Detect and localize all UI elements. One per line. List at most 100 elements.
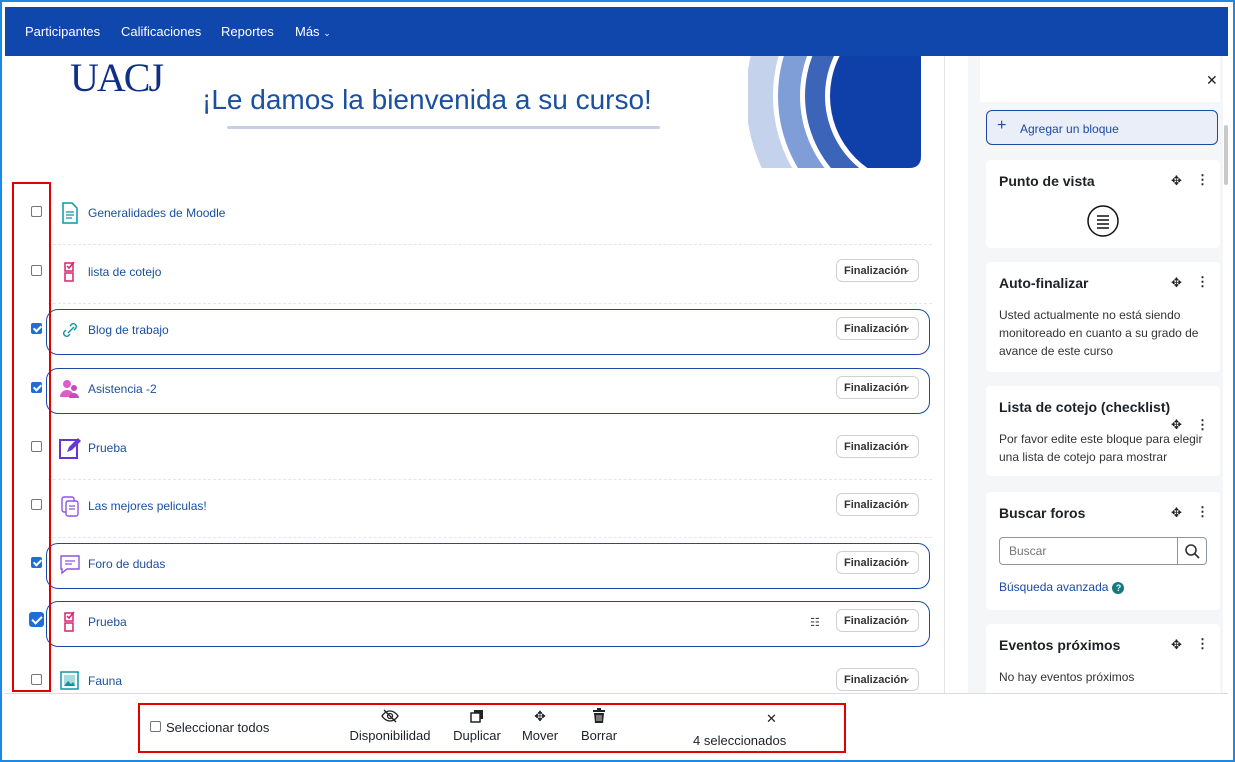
move-icon[interactable]: ✥	[1171, 505, 1182, 521]
chevron-down-icon: ⌄	[902, 381, 911, 392]
activity-name[interactable]: Prueba	[88, 615, 127, 629]
nav-reportes[interactable]: Reportes	[221, 24, 274, 39]
block-title: Buscar foros	[999, 505, 1086, 521]
kebab-menu-icon[interactable]: ⋮	[1196, 636, 1209, 652]
course-secondary-nav: Participantes Calificaciones Reportes Má…	[5, 7, 1228, 56]
kebab-menu-icon[interactable]: ⋮	[1196, 274, 1209, 290]
block-drawer: ✕ + Agregar un bloque Punto de vista ✥ ⋮…	[968, 56, 1223, 693]
finalizacion-dropdown[interactable]: Finalización ⌄	[836, 435, 919, 458]
block-eventos-proximos: Eventos próximos ✥ ⋮ No hay eventos próx…	[986, 624, 1220, 693]
close-icon[interactable]: ✕	[1206, 72, 1218, 89]
row-divider	[48, 479, 932, 480]
plus-icon: +	[997, 117, 1007, 134]
finalizacion-label: Finalización	[844, 441, 907, 453]
chevron-down-icon: ⌄	[902, 673, 911, 684]
block-auto-finalizar: Auto-finalizar ✥ ⋮ Usted actualmente no …	[986, 262, 1220, 372]
search-button[interactable]	[1177, 537, 1207, 565]
activity-name[interactable]: Asistencia -2	[88, 382, 157, 396]
finalizacion-label: Finalización	[844, 557, 907, 569]
course-banner: UACJ ¡Le damos la bienvenida a su curso!	[8, 56, 944, 181]
kebab-menu-icon[interactable]: ⋮	[1196, 172, 1209, 188]
hidden-eye-icon: ☷	[810, 617, 820, 629]
drawer-scrollbar[interactable]	[1224, 125, 1228, 185]
add-block-button[interactable]: + Agregar un bloque	[986, 110, 1218, 145]
finalizacion-dropdown[interactable]: Finalización ⌄	[836, 317, 919, 340]
selection-outline	[46, 601, 930, 647]
finalizacion-dropdown[interactable]: Finalización ⌄	[836, 609, 919, 632]
chevron-down-icon: ⌄	[902, 264, 911, 275]
welcome-heading: ¡Le damos la bienvenida a su curso!	[202, 84, 652, 115]
selection-outline	[46, 543, 930, 589]
activity-row-selected: Foro de dudas Finalización ⌄	[8, 543, 932, 589]
attendance-icon	[60, 380, 79, 398]
course-content: UACJ ¡Le damos la bienvenida a su curso!…	[8, 56, 945, 693]
block-title: Eventos próximos	[999, 637, 1121, 653]
row-divider	[48, 537, 932, 538]
banner-arcs-graphic	[748, 56, 921, 168]
finalizacion-label: Finalización	[844, 265, 907, 277]
activity-row-selected: Blog de trabajo Finalización ⌄	[8, 309, 932, 355]
checklist-icon	[64, 611, 75, 632]
block-title: Punto de vista	[999, 173, 1095, 189]
nav-calificaciones[interactable]: Calificaciones	[121, 24, 201, 39]
activity-row-selected: Asistencia -2 Finalización ⌄	[8, 368, 932, 414]
finalizacion-dropdown[interactable]: Finalización ⌄	[836, 551, 919, 574]
chevron-down-icon: ⌄	[902, 498, 911, 509]
forum-search	[999, 537, 1207, 565]
block-title: Lista de cotejo (checklist)	[999, 399, 1171, 415]
glossary-icon	[61, 496, 79, 517]
activity-name[interactable]: Las mejores peliculas!	[88, 499, 207, 513]
selection-outline	[46, 368, 930, 414]
selection-outline	[46, 309, 930, 355]
advanced-search-label: Búsqueda avanzada	[999, 580, 1109, 594]
search-icon	[1185, 544, 1200, 559]
finalizacion-label: Finalización	[844, 674, 907, 686]
block-buscar-foros: Buscar foros ✥ ⋮ Búsqueda avanzada?	[986, 492, 1220, 610]
activity-row: Las mejores peliculas! Finalización ⌄	[8, 486, 932, 538]
finalizacion-dropdown[interactable]: Finalización ⌄	[836, 376, 919, 399]
chevron-down-icon: ⌄	[902, 556, 911, 567]
finalizacion-dropdown[interactable]: Finalización ⌄	[836, 259, 919, 282]
activity-name[interactable]: Prueba	[88, 441, 127, 455]
forum-search-input[interactable]	[999, 537, 1178, 565]
block-title: Auto-finalizar	[999, 275, 1089, 291]
nav-mas[interactable]: Más ⌄	[295, 24, 331, 39]
uacj-logo: UACJ	[70, 56, 164, 100]
activity-name[interactable]: Blog de trabajo	[88, 323, 169, 337]
move-icon[interactable]: ✥	[1171, 637, 1182, 653]
activity-row: Fauna Finalización ⌄	[8, 661, 932, 693]
add-block-label: Agregar un bloque	[1020, 122, 1119, 136]
activity-name[interactable]: lista de cotejo	[88, 265, 161, 279]
forum-icon	[60, 555, 80, 575]
finalizacion-dropdown[interactable]: Finalización ⌄	[836, 668, 919, 691]
finalizacion-dropdown[interactable]: Finalización ⌄	[836, 493, 919, 516]
activity-name[interactable]: Foro de dudas	[88, 557, 165, 571]
activity-row-selected: Prueba ☷ Finalización ⌄	[8, 601, 932, 647]
chevron-down-icon: ⌄	[902, 322, 911, 333]
finalizacion-label: Finalización	[844, 499, 907, 511]
assignment-icon	[59, 438, 81, 459]
list-view-icon[interactable]	[1086, 204, 1120, 238]
block-text: Usted actualmente no está siendo monitor…	[999, 308, 1199, 358]
move-icon[interactable]: ✥	[1171, 275, 1182, 291]
finalizacion-label: Finalización	[844, 382, 907, 394]
link-icon	[63, 323, 77, 337]
drawer-header	[980, 56, 1220, 102]
activity-name[interactable]: Generalidades de Moodle	[88, 206, 225, 220]
chevron-down-icon: ⌄	[902, 440, 911, 451]
block-text: No hay eventos próximos	[999, 670, 1135, 684]
image-icon	[60, 671, 79, 690]
checklist-icon	[64, 261, 75, 282]
finalizacion-label: Finalización	[844, 323, 907, 335]
kebab-menu-icon[interactable]: ⋮	[1196, 504, 1209, 520]
advanced-search-link[interactable]: Búsqueda avanzada?	[999, 580, 1125, 594]
nav-participantes[interactable]: Participantes	[25, 24, 100, 39]
activity-name[interactable]: Fauna	[88, 674, 122, 688]
finalizacion-label: Finalización	[844, 615, 907, 627]
help-icon[interactable]: ?	[1112, 581, 1125, 594]
page-icon	[62, 202, 78, 224]
activity-row: Prueba Finalización ⌄	[8, 428, 932, 480]
checkbox-column-highlight	[12, 182, 51, 692]
welcome-underline	[227, 126, 660, 129]
move-icon[interactable]: ✥	[1171, 173, 1182, 189]
